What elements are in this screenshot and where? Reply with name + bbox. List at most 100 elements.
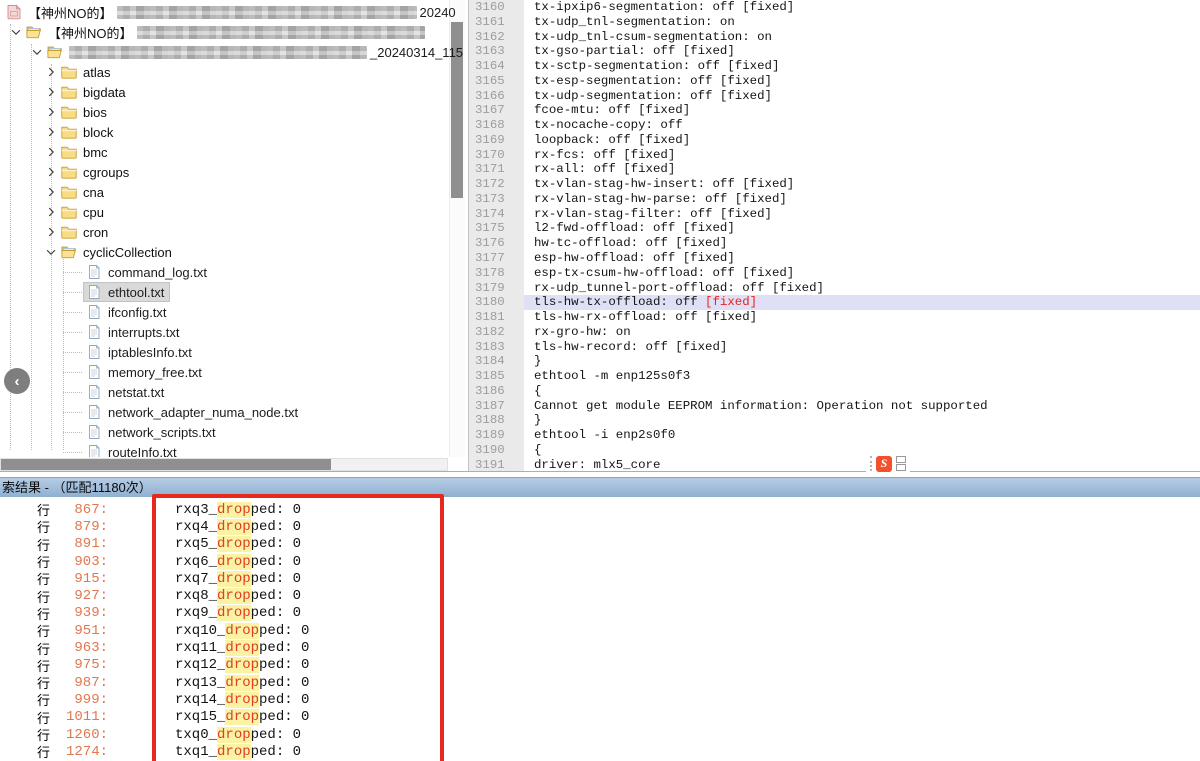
chevron-right-icon[interactable] [44, 105, 58, 119]
editor-line[interactable]: 3173 rx-vlan-stag-hw-parse: off [fixed] [469, 192, 1200, 207]
line-text: tx-vlan-stag-hw-insert: off [fixed] [524, 177, 1200, 192]
chevron-right-icon[interactable] [44, 165, 58, 179]
chevron-down-icon[interactable] [9, 25, 23, 39]
tree-file-row[interactable]: routeInfo.txt [0, 442, 466, 457]
drag-handle-icon[interactable] [870, 456, 872, 471]
tree-folder-row[interactable]: cna [0, 182, 466, 202]
editor-line[interactable]: 3169 loopback: off [fixed] [469, 133, 1200, 148]
collapse-icon: ‹ [15, 373, 20, 390]
chevron-right-icon[interactable] [44, 225, 58, 239]
editor-line[interactable]: 3184 } [469, 354, 1200, 369]
search-result-row[interactable]: 行 903: rxq6_dropped: 0 [0, 553, 1200, 570]
editor-line[interactable]: 3191 driver: mlx5_core [469, 458, 1200, 471]
editor-line[interactable]: 3163 tx-gso-partial: off [fixed] [469, 44, 1200, 59]
editor-line[interactable]: 3165 tx-esp-segmentation: off [fixed] [469, 74, 1200, 89]
search-result-row[interactable]: 行 1274: txq1_dropped: 0 [0, 743, 1200, 760]
search-result-row[interactable]: 行 939: rxq9_dropped: 0 [0, 605, 1200, 622]
tree-file-row[interactable]: iptablesInfo.txt [0, 342, 466, 362]
line-text-main: { [534, 443, 541, 457]
editor-line[interactable]: 3186 { [469, 384, 1200, 399]
editor-line[interactable]: 3187 Cannot get module EEPROM informatio… [469, 399, 1200, 414]
editor-line[interactable]: 3185 ethtool -m enp125s0f3 [469, 369, 1200, 384]
tree-file-row[interactable]: network_scripts.txt [0, 422, 466, 442]
editor-line[interactable]: 3174 rx-vlan-stag-filter: off [fixed] [469, 207, 1200, 222]
chevron-right-icon[interactable] [44, 65, 58, 79]
keyboard-mode-icon[interactable] [896, 456, 906, 471]
editor-line[interactable]: 3164 tx-sctp-segmentation: off [fixed] [469, 59, 1200, 74]
tree-file-row[interactable]: memory_free.txt [0, 362, 466, 382]
editor-line[interactable]: 3177 esp-hw-offload: off [fixed] [469, 251, 1200, 266]
editor-line[interactable]: 3166 tx-udp-segmentation: off [fixed] [469, 89, 1200, 104]
tree-file-row[interactable]: network_adapter_numa_node.txt [0, 402, 466, 422]
app-window: 【神州NO的】 20240 【神州NO的】 _20240314_115 atla… [0, 0, 1200, 761]
tree-folder-row[interactable]: bigdata [0, 82, 466, 102]
tree-file-row[interactable]: command_log.txt [0, 262, 466, 282]
search-result-row[interactable]: 行 963: rxq11_dropped: 0 [0, 639, 1200, 656]
editor-line[interactable]: 3172 tx-vlan-stag-hw-insert: off [fixed] [469, 177, 1200, 192]
tree-file-row[interactable]: ethtool.txt [0, 282, 466, 302]
chevron-down-icon[interactable] [30, 45, 44, 59]
tree-horizontal-scrollbar-thumb[interactable] [1, 459, 331, 470]
chevron-right-icon[interactable] [44, 85, 58, 99]
file-tree-panel[interactable]: 【神州NO的】 20240 【神州NO的】 _20240314_115 atla… [0, 0, 466, 457]
editor-line[interactable]: 3188 } [469, 413, 1200, 428]
editor-line[interactable]: 3160 tx-ipxip6-segmentation: off [fixed] [469, 0, 1200, 15]
tree-node-row[interactable]: 【神州NO的】 [0, 22, 466, 42]
editor-line[interactable]: 3168 tx-nocache-copy: off [469, 118, 1200, 133]
input-method-toolbar[interactable]: S [866, 454, 910, 473]
editor-line[interactable]: 3178 esp-tx-csum-hw-offload: off [fixed] [469, 266, 1200, 281]
tree-folder-row[interactable]: bios [0, 102, 466, 122]
editor-line[interactable]: 3179 rx-udp_tunnel-port-offload: off [fi… [469, 281, 1200, 296]
tree-node-row[interactable]: _20240314_115 [0, 42, 466, 62]
editor-line[interactable]: 3181 tls-hw-rx-offload: off [fixed] [469, 310, 1200, 325]
tree-file-row[interactable]: interrupts.txt [0, 322, 466, 342]
editor-line[interactable]: 3170 rx-fcs: off [fixed] [469, 148, 1200, 163]
chevron-right-icon[interactable] [44, 185, 58, 199]
search-result-row[interactable]: 行 987: rxq13_dropped: 0 [0, 674, 1200, 691]
result-text-post: ped: 0 [251, 588, 301, 604]
search-result-row[interactable]: 行 1011: rxq15_dropped: 0 [0, 709, 1200, 726]
result-text-pre: rxq7_ [175, 571, 217, 587]
chevron-down-icon[interactable] [44, 245, 58, 259]
search-result-row[interactable]: 行 891: rxq5_dropped: 0 [0, 536, 1200, 553]
tree-folder-row[interactable]: atlas [0, 62, 466, 82]
line-text: fcoe-mtu: off [fixed] [524, 103, 1200, 118]
editor-line[interactable]: 3183 tls-hw-record: off [fixed] [469, 340, 1200, 355]
editor-line[interactable]: 3171 rx-all: off [fixed] [469, 162, 1200, 177]
editor-line[interactable]: 3190 { [469, 443, 1200, 458]
chevron-right-icon[interactable] [44, 145, 58, 159]
search-result-row[interactable]: 行 1260: txq0_dropped: 0 [0, 726, 1200, 743]
search-result-row[interactable]: 行 927: rxq8_dropped: 0 [0, 587, 1200, 604]
tree-folder-row-expanded[interactable]: cyclicCollection [0, 242, 466, 262]
search-result-row[interactable]: 行 915: rxq7_dropped: 0 [0, 570, 1200, 587]
tree-folder-row[interactable]: block [0, 122, 466, 142]
editor-line[interactable]: 3162 tx-udp_tnl-csum-segmentation: on [469, 30, 1200, 45]
tree-folder-row[interactable]: cron [0, 222, 466, 242]
editor-line[interactable]: 3182 rx-gro-hw: on [469, 325, 1200, 340]
editor-line[interactable]: 3161 tx-udp_tnl-segmentation: on [469, 15, 1200, 30]
tree-folder-row[interactable]: cpu [0, 202, 466, 222]
document-icon [86, 304, 102, 320]
collapse-panel-button[interactable]: ‹ [4, 368, 30, 394]
line-text-main: hw-tc-offload: off [fixed] [534, 236, 727, 250]
tree-folder-row[interactable]: cgroups [0, 162, 466, 182]
sogou-input-icon[interactable]: S [876, 456, 892, 472]
line-number: 3182 [469, 325, 524, 340]
editor-line[interactable]: 3175 l2-fwd-offload: off [fixed] [469, 221, 1200, 236]
tree-file-row[interactable]: netstat.txt [0, 382, 466, 402]
search-result-row[interactable]: 行 975: rxq12_dropped: 0 [0, 657, 1200, 674]
editor-line[interactable]: 3167 fcoe-mtu: off [fixed] [469, 103, 1200, 118]
tree-folder-row[interactable]: bmc [0, 142, 466, 162]
search-result-row[interactable]: 行 951: rxq10_dropped: 0 [0, 622, 1200, 639]
chevron-right-icon[interactable] [44, 205, 58, 219]
tree-root-row[interactable]: 【神州NO的】 20240 [0, 2, 466, 22]
editor-line[interactable]: 3189 ethtool -i enp2s0f0 [469, 428, 1200, 443]
editor-line[interactable]: 3176 hw-tc-offload: off [fixed] [469, 236, 1200, 251]
search-result-row[interactable]: 行 879: rxq4_dropped: 0 [0, 518, 1200, 535]
editor-panel[interactable]: 3160 tx-ipxip6-segmentation: off [fixed]… [468, 0, 1200, 471]
editor-line[interactable]: 3180 tls-hw-tx-offload: off [fixed] [469, 295, 1200, 310]
search-result-row[interactable]: 行 999: rxq14_dropped: 0 [0, 691, 1200, 708]
search-result-row[interactable]: 行 867: rxq3_dropped: 0 [0, 501, 1200, 518]
chevron-right-icon[interactable] [44, 125, 58, 139]
tree-file-row[interactable]: ifconfig.txt [0, 302, 466, 322]
